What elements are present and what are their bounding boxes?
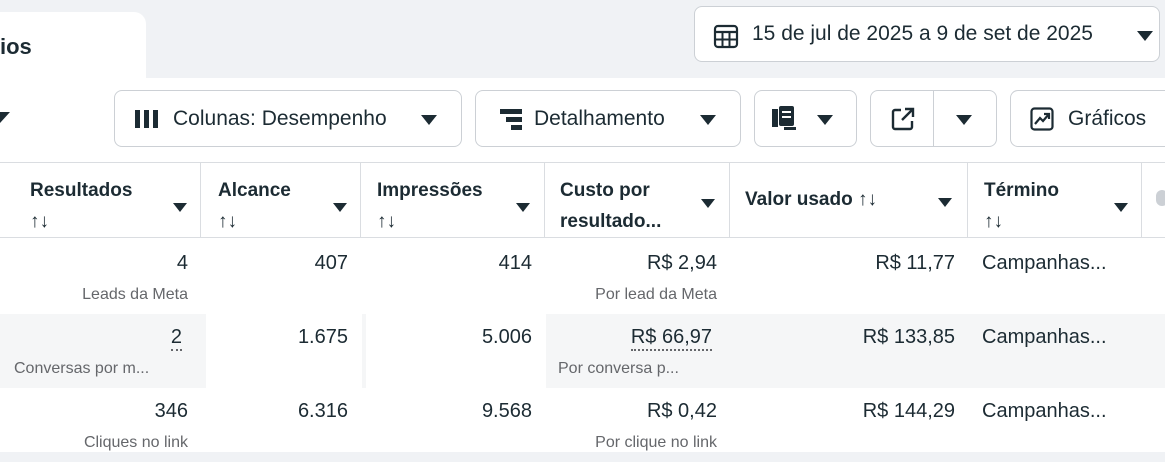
results-type: Leads da Meta [82,286,188,303]
horizontal-scroll-handle[interactable] [1156,190,1165,206]
impressions-value: 414 [498,252,532,274]
table-row[interactable]: 4 Leads da Meta 407 414 R$ 2,94 Por lead… [0,240,1165,314]
chevron-down-icon[interactable] [516,203,530,212]
amount-spent-value: R$ 11,77 [875,252,955,274]
line-chart-icon [1030,107,1054,131]
cost-per-result-value: R$ 0,42 [646,400,717,422]
end-value: Campanhas... [982,326,1107,348]
chevron-down-icon[interactable] [333,203,347,212]
columns-button[interactable]: Colunas: Desempenho [114,90,462,147]
chevron-down-icon[interactable] [0,112,10,124]
chevron-down-icon[interactable] [701,199,715,208]
cost-per-result-value: R$ 2,94 [646,252,717,274]
chevron-down-icon[interactable] [1114,203,1128,212]
columns-icon [135,110,158,128]
reports-button[interactable] [754,90,857,147]
chevron-down-icon [1137,31,1153,41]
results-value[interactable]: 2 [170,326,182,351]
date-range-label: 15 de jul de 2025 a 9 de set de 2025 [752,22,1093,45]
end-value: Campanhas... [982,252,1107,274]
table-row[interactable]: 2 Conversas por m... 1.675 5.006 R$ 66,9… [0,314,1165,388]
column-header-reach[interactable]: Alcance ↑↓ [201,163,361,237]
results-type: Cliques no link [83,434,188,451]
column-header-impressions[interactable]: Impressões ↑↓ [361,163,545,237]
cost-per-result-type: Por lead da Meta [595,286,717,303]
results-type: Conversas por m... [14,360,150,377]
amount-spent-value: R$ 133,85 [862,326,955,348]
cost-per-result-value[interactable]: R$ 66,97 [630,326,712,351]
cost-per-result-type: Por clique no link [595,434,717,451]
reports-icon [772,106,796,130]
impressions-value: 5.006 [481,326,532,348]
impressions-value: 9.568 [481,400,532,422]
breakdown-button[interactable]: Detalhamento [475,90,741,147]
column-header-label: Alcance ↑↓ [218,180,291,232]
breakdown-label: Detalhamento [534,107,665,130]
chevron-down-icon[interactable] [956,115,972,125]
column-header-label: Resultados ↑↓ [30,180,133,232]
column-header-label: Custo por resultado... [560,180,662,232]
column-header-results[interactable]: Resultados ↑↓ [0,163,201,237]
report-tab-label: ios [0,34,32,59]
amount-spent-value: R$ 144,29 [862,400,955,422]
chevron-down-icon [421,115,437,125]
results-value: 4 [176,252,188,274]
calendar-icon [713,24,739,49]
column-header-label: Impressões ↑↓ [377,180,483,232]
charts-label: Gráficos [1068,107,1147,130]
date-range-picker[interactable]: 15 de jul de 2025 a 9 de set de 2025 [694,6,1160,62]
chevron-down-icon [817,115,833,125]
columns-label: Colunas: Desempenho [173,107,387,130]
table-row[interactable]: 346 Cliques no link 6.316 9.568 R$ 0,42 … [0,388,1165,462]
chevron-down-icon [700,115,716,125]
column-header-cost-per-result[interactable]: Custo por resultado... [545,163,730,237]
results-value: 346 [154,400,188,422]
report-tab[interactable]: ios [0,12,146,78]
column-header-end[interactable]: Término ↑↓ [968,163,1142,237]
reach-value: 1.675 [297,326,348,348]
breakdown-icon [500,109,522,130]
split-divider [933,91,934,146]
end-value: Campanhas... [982,400,1107,422]
charts-button[interactable]: Gráficos [1010,90,1165,147]
table-header: Resultados ↑↓ Alcance ↑↓ Impressões ↑↓ Cust… [0,162,1165,238]
export-button[interactable] [870,90,997,147]
chevron-down-icon[interactable] [173,203,187,212]
cost-per-result-type: Por conversa p... [558,360,679,377]
column-header-label: Valor usado ↑↓ [745,189,877,210]
export-icon [891,107,915,131]
reach-value: 407 [314,252,348,274]
column-header-label: Término ↑↓ [984,180,1059,232]
reach-value: 6.316 [297,400,348,422]
column-header-amount-spent[interactable]: Valor usado ↑↓ [730,163,968,237]
chevron-down-icon[interactable] [938,198,952,207]
